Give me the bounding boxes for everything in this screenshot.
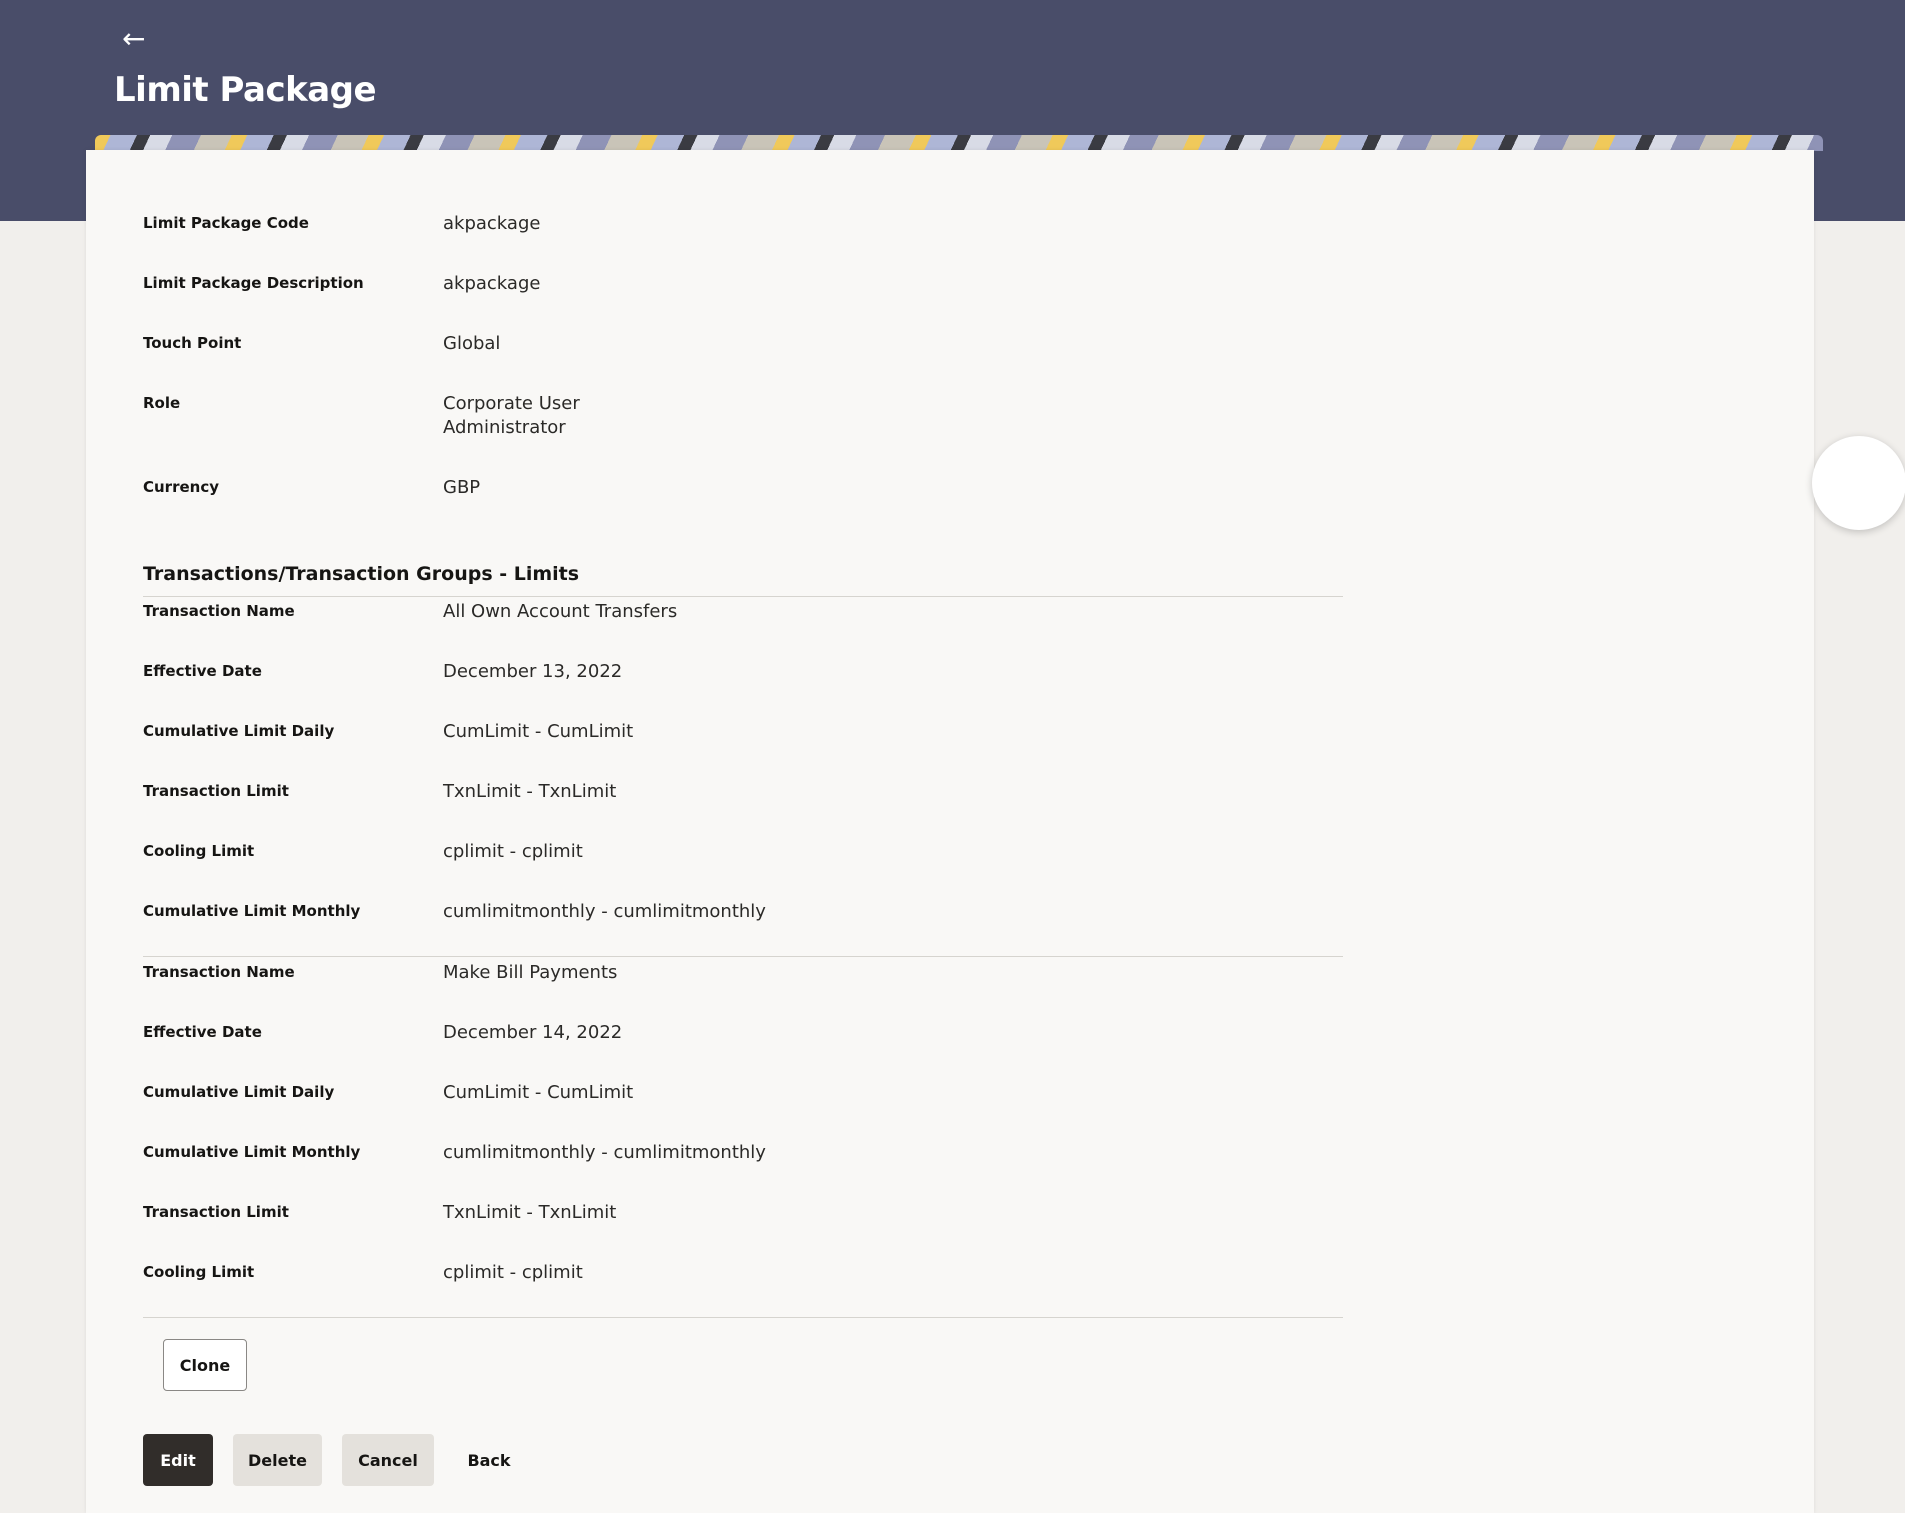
detail-label: Transaction Limit [143,1203,289,1221]
details-card: Limit Package Code akpackage Limit Packa… [86,150,1814,1513]
detail-label: Cooling Limit [143,1263,255,1281]
detail-label: Transaction Limit [143,782,289,800]
page-title: Limit Package [114,70,377,110]
detail-value: TxnLimit - TxnLimit [443,1202,617,1223]
delete-button[interactable]: Delete [233,1434,322,1486]
detail-label: Role [143,394,181,412]
detail-value: Global [443,333,501,354]
cancel-button[interactable]: Cancel [342,1434,434,1486]
detail-value: CumLimit - CumLimit [443,721,634,742]
detail-label: Cooling Limit [143,842,255,860]
clone-button[interactable]: Clone [163,1339,247,1391]
detail-value: Corporate User Administrator [443,393,580,438]
detail-value: cplimit - cplimit [443,841,583,862]
detail-value: akpackage [443,273,541,294]
detail-label: Transaction Name [143,602,295,620]
detail-value: All Own Account Transfers [443,601,678,622]
transactions-end-divider [143,1317,1343,1318]
detail-value: December 14, 2022 [443,1022,623,1043]
detail-label: Effective Date [143,662,262,680]
detail-label: Currency [143,478,220,496]
detail-value: CumLimit - CumLimit [443,1082,634,1103]
section-divider [143,596,1343,597]
detail-label: Limit Package Description [143,274,364,292]
edit-button[interactable]: Edit [143,1434,213,1486]
detail-label: Transaction Name [143,963,295,981]
back-button[interactable]: Back [454,1434,524,1486]
back-arrow-icon[interactable]: ← [122,24,152,54]
detail-value: Make Bill Payments [443,962,618,983]
detail-value: December 13, 2022 [443,661,623,682]
detail-value: GBP [443,477,481,498]
detail-label: Touch Point [143,334,242,352]
section-title: Transactions/Transaction Groups - Limits [143,563,580,585]
detail-value: cumlimitmonthly - cumlimitmonthly [443,901,766,922]
detail-label: Cumulative Limit Daily [143,722,335,740]
detail-value: akpackage [443,213,541,234]
detail-value: cplimit - cplimit [443,1262,583,1283]
detail-label: Cumulative Limit Daily [143,1083,335,1101]
detail-label: Limit Package Code [143,214,309,232]
decorative-banner [95,135,1823,151]
detail-label: Cumulative Limit Monthly [143,1143,361,1161]
detail-label: Effective Date [143,1023,262,1041]
detail-label: Cumulative Limit Monthly [143,902,361,920]
transaction-divider [143,956,1343,957]
detail-value: TxnLimit - TxnLimit [443,781,617,802]
detail-value: cumlimitmonthly - cumlimitmonthly [443,1142,766,1163]
floating-help-button[interactable] [1812,436,1905,530]
